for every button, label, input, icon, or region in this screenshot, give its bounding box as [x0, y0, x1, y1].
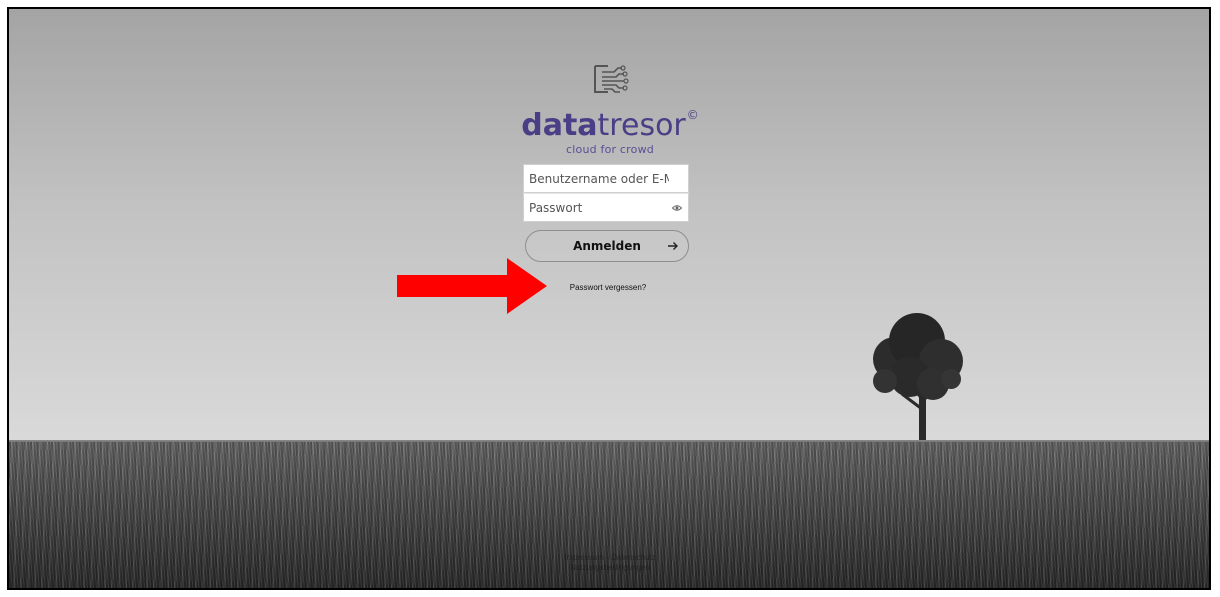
- username-input[interactable]: [524, 165, 669, 192]
- forgot-password-link[interactable]: Passwort vergessen?: [540, 283, 676, 292]
- logo: datatresor© cloud for crowd: [520, 62, 700, 156]
- arrow-right-icon: [668, 242, 678, 250]
- footer-links: Impressum · Datenschutz Nutzungsbedingun…: [520, 553, 700, 573]
- login-button[interactable]: Anmelden: [525, 230, 689, 262]
- footer-line-1[interactable]: Impressum · Datenschutz: [520, 553, 700, 563]
- red-arrow-pointer: [397, 258, 547, 314]
- brand-name: datatresor©: [521, 108, 699, 143]
- password-input[interactable]: [524, 194, 669, 221]
- username-field-box: [523, 164, 689, 193]
- login-button-label: Anmelden: [573, 239, 641, 253]
- login-form: [523, 164, 689, 222]
- brand-tagline: cloud for crowd: [566, 143, 654, 156]
- circuit-document-icon: [594, 65, 629, 93]
- footer-line-2[interactable]: Nutzungsbedingungen: [520, 563, 700, 573]
- tree-image: [860, 313, 965, 448]
- eye-icon[interactable]: [672, 203, 682, 213]
- password-field-box: [523, 193, 689, 222]
